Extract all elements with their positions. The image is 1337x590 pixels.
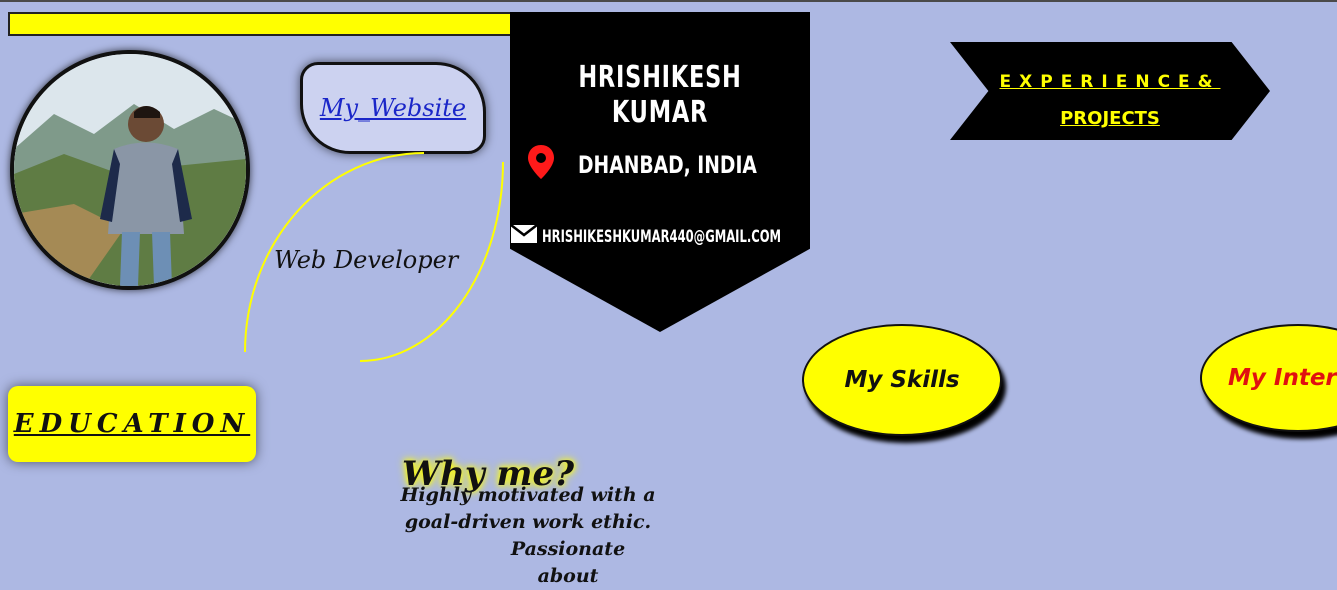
experience-label[interactable]: EXPERIENCE& xyxy=(950,72,1270,92)
education-button[interactable]: EDUCATION xyxy=(8,386,256,462)
website-card[interactable]: My_Website xyxy=(300,62,486,154)
role-title: Web Developer xyxy=(274,246,459,274)
why-line: Passionate about xyxy=(510,538,626,587)
education-label[interactable]: EDUCATION xyxy=(14,409,250,439)
location-text: DHANBAD, INDIA xyxy=(578,150,757,179)
name-banner: HRISHIKESH KUMAR DHANBAD, INDIA HRISHIKE… xyxy=(510,12,810,332)
email-text[interactable]: HRISHIKESHKUMAR440@GMAIL.COM xyxy=(542,227,781,247)
envelope-icon xyxy=(510,224,538,249)
website-link[interactable]: My_Website xyxy=(320,94,466,122)
experience-projects-button[interactable]: EXPERIENCE& PROJECTS xyxy=(950,42,1270,140)
why-me-text: Highly motivated with a goal-driven work… xyxy=(398,482,658,590)
top-accent-bar xyxy=(8,12,512,36)
email-row[interactable]: HRISHIKESHKUMAR440@GMAIL.COM xyxy=(510,224,810,249)
profile-photo xyxy=(10,50,250,290)
profile-name: HRISHIKESH KUMAR xyxy=(578,60,742,130)
why-line: goal-driven work ethic. xyxy=(404,511,652,533)
projects-label[interactable]: PROJECTS xyxy=(950,108,1270,129)
interests-button[interactable]: My Intere xyxy=(1200,324,1337,432)
skills-button[interactable]: My Skills xyxy=(802,324,1002,436)
location-row: DHANBAD, INDIA xyxy=(526,144,807,185)
why-line: Highly motivated with a xyxy=(400,484,656,506)
map-pin-icon xyxy=(526,144,556,185)
